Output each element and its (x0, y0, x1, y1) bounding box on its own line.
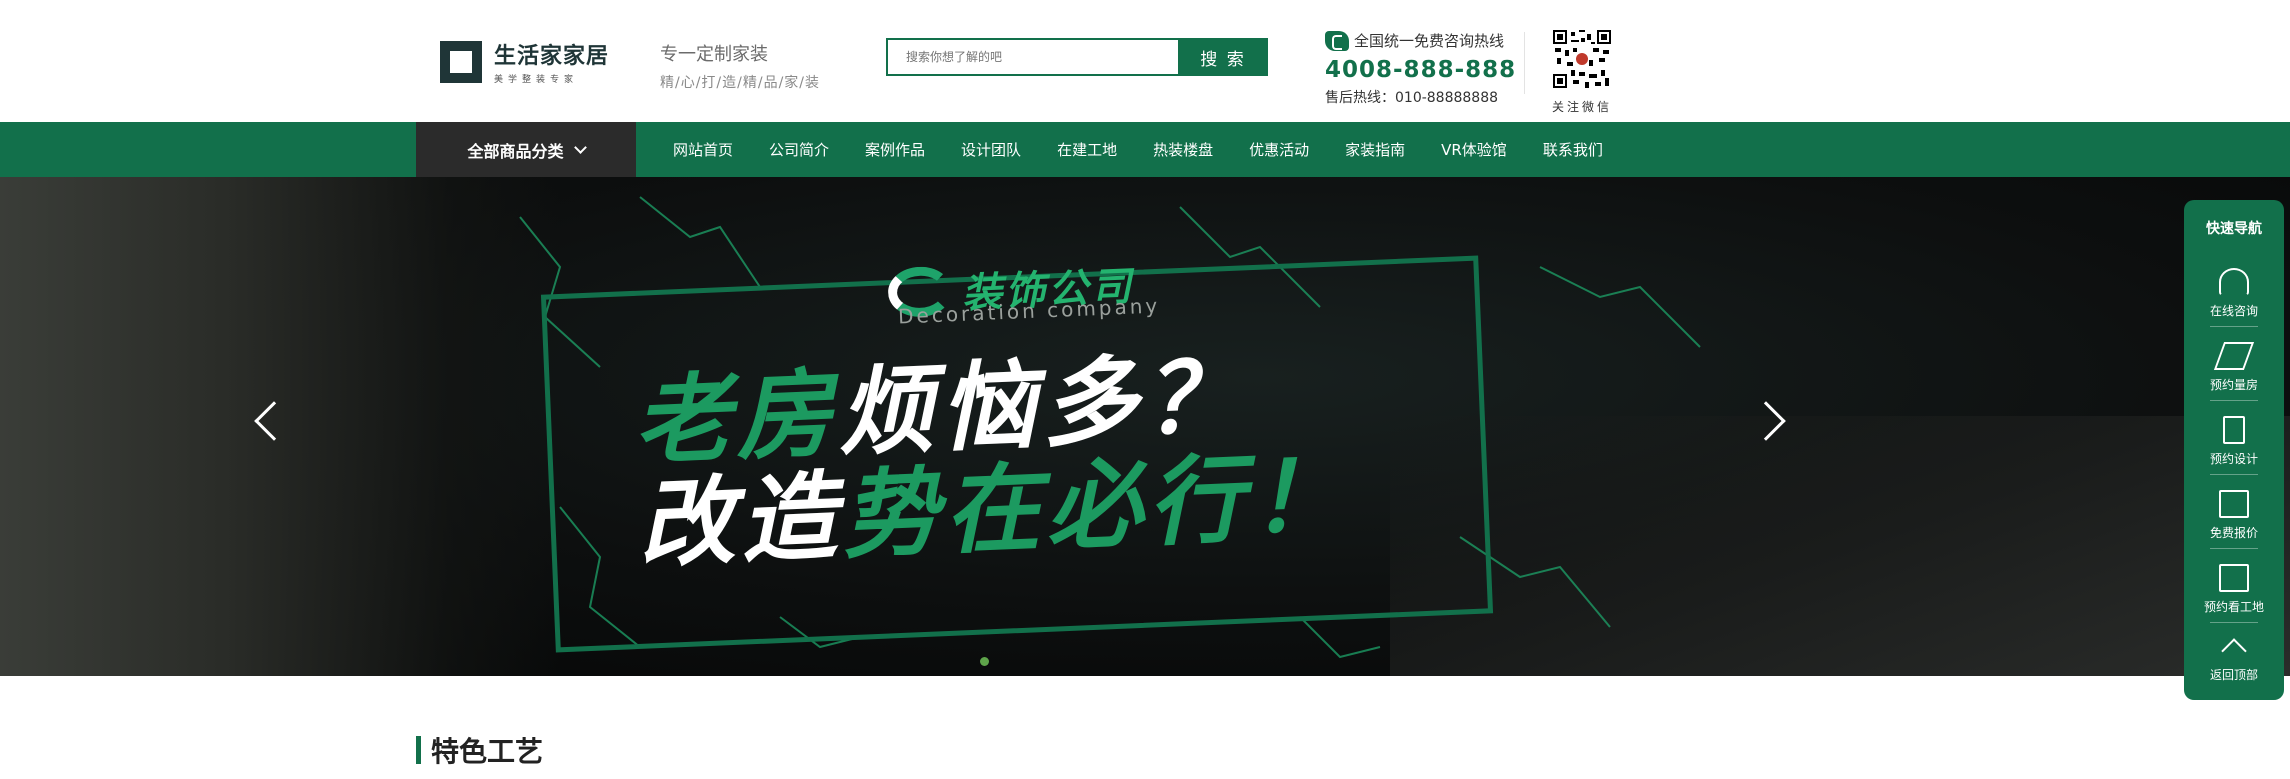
quick-nav-site-visit[interactable]: 预约看工地 (2184, 564, 2284, 615)
search-button[interactable]: 搜 索 (1178, 38, 1268, 76)
quick-nav-consult-label: 在线咨询 (2209, 304, 2258, 318)
pencil-icon (2223, 416, 2245, 444)
quick-nav-divider (2210, 548, 2258, 549)
ruler-icon (2213, 342, 2255, 370)
quick-nav-design-label: 预约设计 (2209, 452, 2258, 466)
main-nav: 全部商品分类 网站首页 公司简介 案例作品 设计团队 在建工地 热装楼盘 优惠活… (0, 122, 2290, 177)
nav-links: 网站首页 公司简介 案例作品 设计团队 在建工地 热装楼盘 优惠活动 家装指南 … (655, 122, 1621, 177)
nav-item-about[interactable]: 公司简介 (751, 139, 847, 160)
hotline-label: 全国统一免费咨询热线 (1354, 32, 1505, 50)
hero-banner: 装饰公司 Decoration company 老房烦恼多？ 改造势在必行！ (0, 177, 2290, 676)
hotline-block: 全国统一免费咨询热线 4008-888-888 售后热线：010-8888888… (1325, 30, 1516, 107)
quick-nav-divider (2210, 400, 2258, 401)
quick-nav-title: 快速导航 (2206, 221, 2262, 237)
headline-line2-white: 改造 (636, 460, 845, 581)
quick-nav-design[interactable]: 预约设计 (2184, 416, 2284, 467)
nav-item-estates[interactable]: 热装楼盘 (1135, 139, 1231, 160)
mail-icon (2219, 564, 2249, 592)
header-slogan: 专一定制家装 精/心/打/造/精/品/家/装 (660, 40, 820, 92)
slogan-line-1: 专一定制家装 (660, 44, 768, 65)
phone-icon (1325, 30, 1349, 51)
nav-item-contact[interactable]: 联系我们 (1525, 139, 1621, 160)
section-title: 特色工艺 (431, 735, 544, 768)
calculator-icon (2219, 490, 2249, 518)
logo-name: 生活家家居 (494, 44, 610, 69)
qr-label: 关注微信 (1552, 100, 1613, 114)
after-sales-hotline: 售后热线：010-88888888 (1325, 90, 1499, 106)
quick-nav-divider (2210, 622, 2258, 623)
hotline-number: 4008-888-888 (1325, 57, 1517, 83)
site-header: 生活家家居 美学整装专家 专一定制家装 精/心/打/造/精/品/家/装 搜 索 … (0, 0, 2290, 122)
logo-mark-icon (440, 40, 482, 83)
all-categories-label: 全部商品分类 (467, 141, 564, 161)
headline-line2-green: 势在必行！ (839, 438, 1355, 573)
quick-nav-divider (2210, 326, 2258, 327)
banner-headline: 老房烦恼多？ 改造势在必行！ (631, 340, 1355, 580)
chevron-down-icon (573, 141, 587, 154)
quick-nav-measure-label: 预约量房 (2209, 378, 2258, 392)
search-input[interactable] (886, 38, 1178, 76)
section-header: 特色工艺 (416, 730, 543, 770)
nav-item-cases[interactable]: 案例作品 (847, 139, 943, 160)
qr-code-icon (1553, 30, 1611, 88)
back-to-top-label: 返回顶部 (2209, 668, 2258, 682)
quick-nav-measure[interactable]: 预约量房 (2184, 342, 2284, 393)
logo-subtitle: 美学整装专家 (494, 75, 579, 85)
quick-nav-divider (2210, 474, 2258, 475)
quick-nav-quote[interactable]: 免费报价 (2184, 490, 2284, 541)
wechat-qr: 关注微信 (1552, 30, 1612, 115)
pagination-dot-active[interactable] (980, 657, 989, 666)
headset-icon (2219, 268, 2249, 296)
quick-nav-quote-label: 免费报价 (2209, 526, 2258, 540)
nav-item-sites[interactable]: 在建工地 (1039, 139, 1135, 160)
quick-nav-site-visit-label: 预约看工地 (2203, 600, 2264, 614)
nav-item-guide[interactable]: 家装指南 (1327, 139, 1423, 160)
headline-line1-green: 老房 (631, 357, 841, 478)
nav-item-vr[interactable]: VR体验馆 (1423, 139, 1525, 160)
search-bar: 搜 索 (886, 38, 1268, 76)
banner-pagination (980, 657, 996, 666)
quick-nav-consult[interactable]: 在线咨询 (2184, 268, 2284, 319)
site-logo[interactable]: 生活家家居 美学整装专家 (440, 38, 609, 85)
nav-item-home[interactable]: 网站首页 (655, 139, 751, 160)
arrow-up-icon (2221, 638, 2247, 664)
header-divider (1524, 32, 1525, 94)
all-categories-button[interactable]: 全部商品分类 (416, 122, 636, 177)
nav-item-promotions[interactable]: 优惠活动 (1231, 139, 1327, 160)
slogan-line-2: 精/心/打/造/精/品/家/装 (660, 75, 821, 91)
nav-item-design-team[interactable]: 设计团队 (943, 139, 1039, 160)
section-accent-bar (416, 736, 421, 764)
back-to-top-button[interactable]: 返回顶部 (2184, 632, 2284, 683)
quick-nav-panel: 快速导航 在线咨询 预约量房 预约设计 免费报价 预约看工地 返回顶部 (2184, 200, 2284, 700)
